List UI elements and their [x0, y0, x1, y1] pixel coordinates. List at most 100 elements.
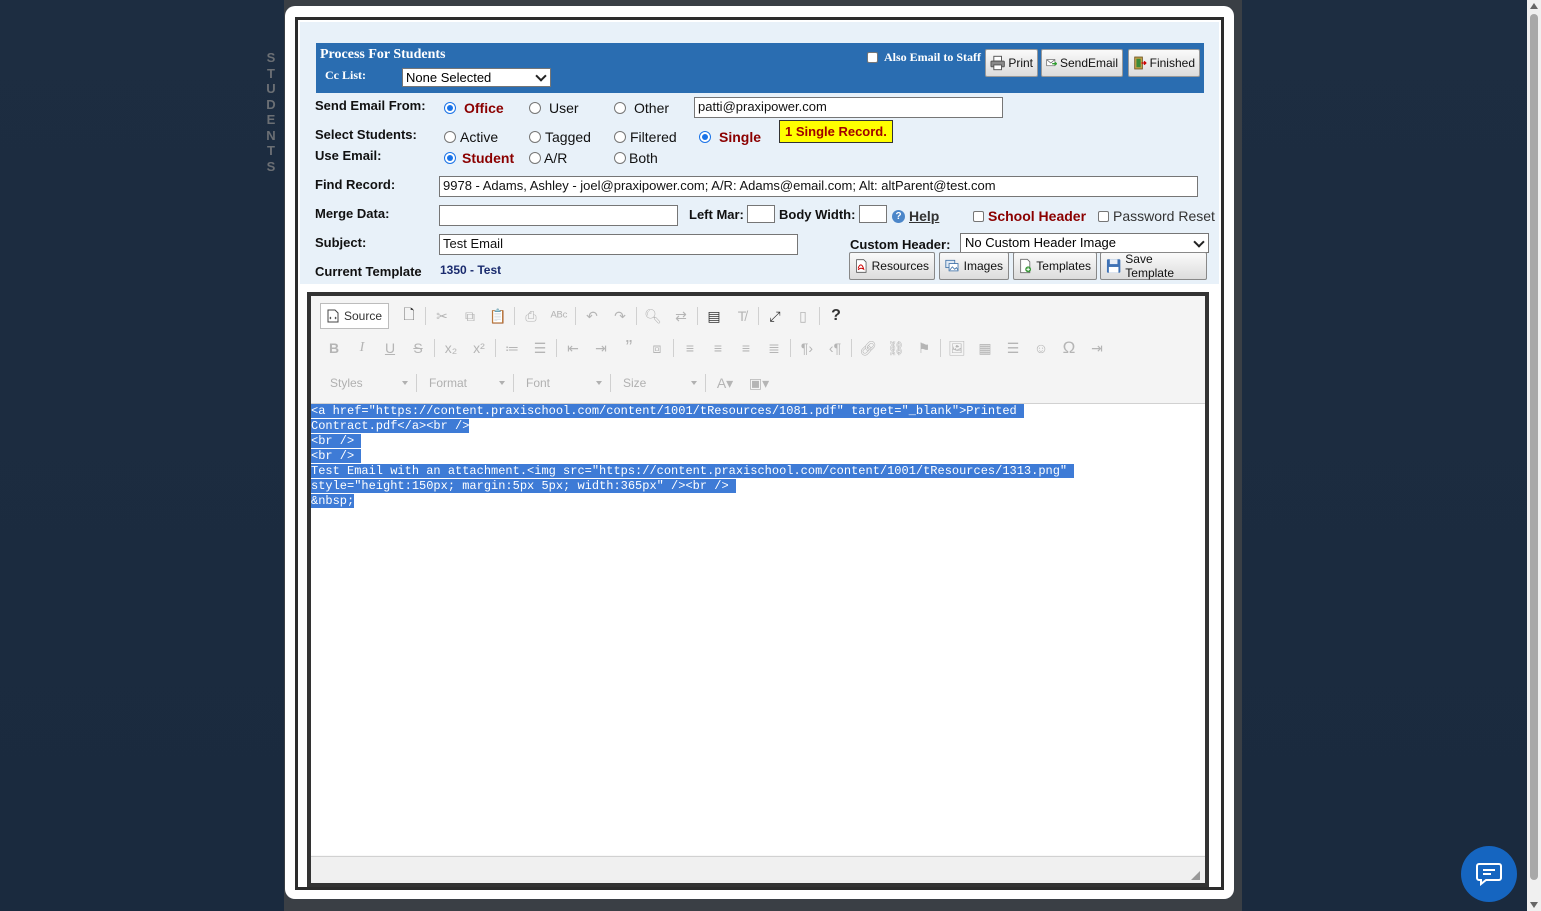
cc-list-select[interactable]: None Selected	[402, 68, 551, 87]
radio-button[interactable]	[444, 131, 456, 143]
radio-button[interactable]	[614, 152, 626, 164]
align-right-icon[interactable]: ≡	[732, 336, 760, 360]
table-icon[interactable]: ▦	[971, 336, 999, 360]
show-blocks-icon[interactable]: ▯	[789, 304, 817, 328]
body-width-input[interactable]	[859, 205, 887, 223]
finished-button[interactable]: Finished	[1128, 49, 1200, 77]
send-from-label: Send Email From:	[315, 98, 426, 113]
bulleted-list-icon[interactable]: ☰	[526, 336, 554, 360]
radio-button[interactable]	[699, 131, 711, 143]
side-letter: T	[267, 65, 275, 81]
help-link[interactable]: ? Help	[892, 208, 939, 224]
images-button[interactable]: Images	[939, 252, 1009, 280]
print-button[interactable]: Print	[985, 49, 1038, 77]
paste-icon[interactable]: 📋	[484, 304, 512, 328]
smiley-icon[interactable]: ☺	[1027, 336, 1055, 360]
save-template-button[interactable]: Save Template	[1100, 252, 1207, 280]
replace-icon[interactable]: ⇄	[667, 304, 695, 328]
numbered-list-icon[interactable]: ≔	[498, 336, 526, 360]
print-icon[interactable]: ⎙	[517, 304, 545, 328]
background-color-icon[interactable]: ▣▾	[742, 371, 776, 395]
send-from-other-option[interactable]: Other	[614, 100, 669, 116]
page-scrollbar[interactable]	[1527, 0, 1541, 911]
send-from-user-option[interactable]: User	[529, 100, 579, 116]
custom-header-select[interactable]: No Custom Header Image	[960, 233, 1209, 253]
unlink-icon[interactable]: ⛓	[882, 336, 910, 360]
use-email-student-option[interactable]: Student	[444, 150, 514, 166]
use-email-ar-option[interactable]: A/R	[529, 150, 567, 166]
scrollbar-thumb[interactable]	[1530, 14, 1538, 880]
image-icon[interactable]: 🖼︎	[943, 336, 971, 360]
justify-icon[interactable]: ≣	[760, 336, 788, 360]
editor-source-area[interactable]: <a href="https://content.praxischool.com…	[311, 404, 1205, 855]
radio-button[interactable]	[614, 102, 626, 114]
text-ltr-icon[interactable]: ¶›	[793, 336, 821, 360]
undo-icon[interactable]: ↶	[578, 304, 606, 328]
send-from-email-input[interactable]: patti@praxipower.com	[694, 97, 1003, 118]
merge-data-input[interactable]	[439, 205, 678, 226]
password-reset-option[interactable]: Password Reset	[1098, 208, 1215, 224]
special-char-icon[interactable]: Ω	[1055, 336, 1083, 360]
password-reset-checkbox[interactable]	[1098, 210, 1109, 222]
underline-icon[interactable]: U	[376, 336, 404, 360]
subject-input[interactable]: Test Email	[439, 234, 798, 255]
indent-icon[interactable]: ⇥	[587, 336, 615, 360]
font-combo[interactable]: Font	[516, 372, 608, 394]
size-combo[interactable]: Size	[613, 372, 703, 394]
blockquote-icon[interactable]: ”	[615, 336, 643, 360]
cut-icon[interactable]: ✂	[428, 304, 456, 328]
school-header-checkbox[interactable]	[973, 210, 984, 222]
resources-button[interactable]: Resources	[849, 252, 935, 280]
text-color-icon[interactable]: A▾	[708, 371, 742, 395]
select-single-option[interactable]: Single	[699, 129, 761, 145]
radio-button[interactable]	[529, 131, 541, 143]
use-email-both-option[interactable]: Both	[614, 150, 658, 166]
bold-icon[interactable]: B	[320, 336, 348, 360]
new-page-icon[interactable]: 🗋	[395, 304, 423, 328]
left-margin-input[interactable]	[747, 205, 775, 223]
remove-format-icon[interactable]: T̸	[728, 304, 756, 328]
find-record-input[interactable]: 9978 - Adams, Ashley - joel@praxipower.c…	[439, 176, 1198, 197]
source-button[interactable]: Source	[320, 303, 390, 329]
radio-button[interactable]	[614, 131, 626, 143]
find-icon[interactable]: 🔍︎	[639, 304, 667, 328]
page-break-icon[interactable]: ⇥	[1083, 336, 1111, 360]
send-email-button[interactable]: SendEmail	[1041, 49, 1123, 77]
text-rtl-icon[interactable]: ‹¶	[821, 336, 849, 360]
templates-button[interactable]: Templates	[1013, 252, 1097, 280]
radio-button[interactable]	[529, 102, 541, 114]
copy-icon[interactable]: ⧉	[456, 304, 484, 328]
spellcheck-icon[interactable]: ᴬᴮᶜ	[545, 304, 573, 328]
outdent-icon[interactable]: ⇤	[559, 336, 587, 360]
strikethrough-icon[interactable]: S	[404, 336, 432, 360]
horizontal-line-icon[interactable]: ☰	[999, 336, 1027, 360]
select-filtered-option[interactable]: Filtered	[614, 129, 677, 145]
send-from-office-option[interactable]: Office	[444, 100, 504, 116]
scroll-up-arrow-icon[interactable]	[1530, 3, 1538, 9]
div-container-icon[interactable]: ⧈	[643, 336, 671, 360]
anchor-flag-icon[interactable]: ⚑	[910, 336, 938, 360]
school-header-option[interactable]: School Header	[973, 208, 1086, 224]
radio-button[interactable]	[444, 152, 456, 164]
also-email-staff-checkbox[interactable]	[867, 52, 878, 63]
styles-combo[interactable]: Styles	[320, 372, 414, 394]
also-email-staff[interactable]: Also Email to Staff	[867, 50, 981, 65]
select-all-icon[interactable]: ▤	[700, 304, 728, 328]
select-tagged-option[interactable]: Tagged	[529, 129, 591, 145]
chat-button[interactable]	[1461, 846, 1517, 902]
link-icon[interactable]: 🔗︎	[854, 336, 882, 360]
radio-button[interactable]	[444, 102, 456, 114]
maximize-icon[interactable]: ⤢	[761, 304, 789, 328]
superscript-icon[interactable]: x²	[465, 336, 493, 360]
align-left-icon[interactable]: ≡	[676, 336, 704, 360]
format-combo[interactable]: Format	[419, 372, 511, 394]
resize-handle-icon[interactable]	[1191, 871, 1200, 880]
italic-icon[interactable]: I	[348, 336, 376, 360]
select-active-option[interactable]: Active	[444, 129, 498, 145]
subscript-icon[interactable]: x₂	[437, 336, 465, 360]
redo-icon[interactable]: ↷	[606, 304, 634, 328]
scroll-down-arrow-icon[interactable]	[1530, 902, 1538, 908]
about-icon[interactable]: ?	[822, 304, 850, 328]
align-center-icon[interactable]: ≡	[704, 336, 732, 360]
radio-button[interactable]	[529, 152, 541, 164]
